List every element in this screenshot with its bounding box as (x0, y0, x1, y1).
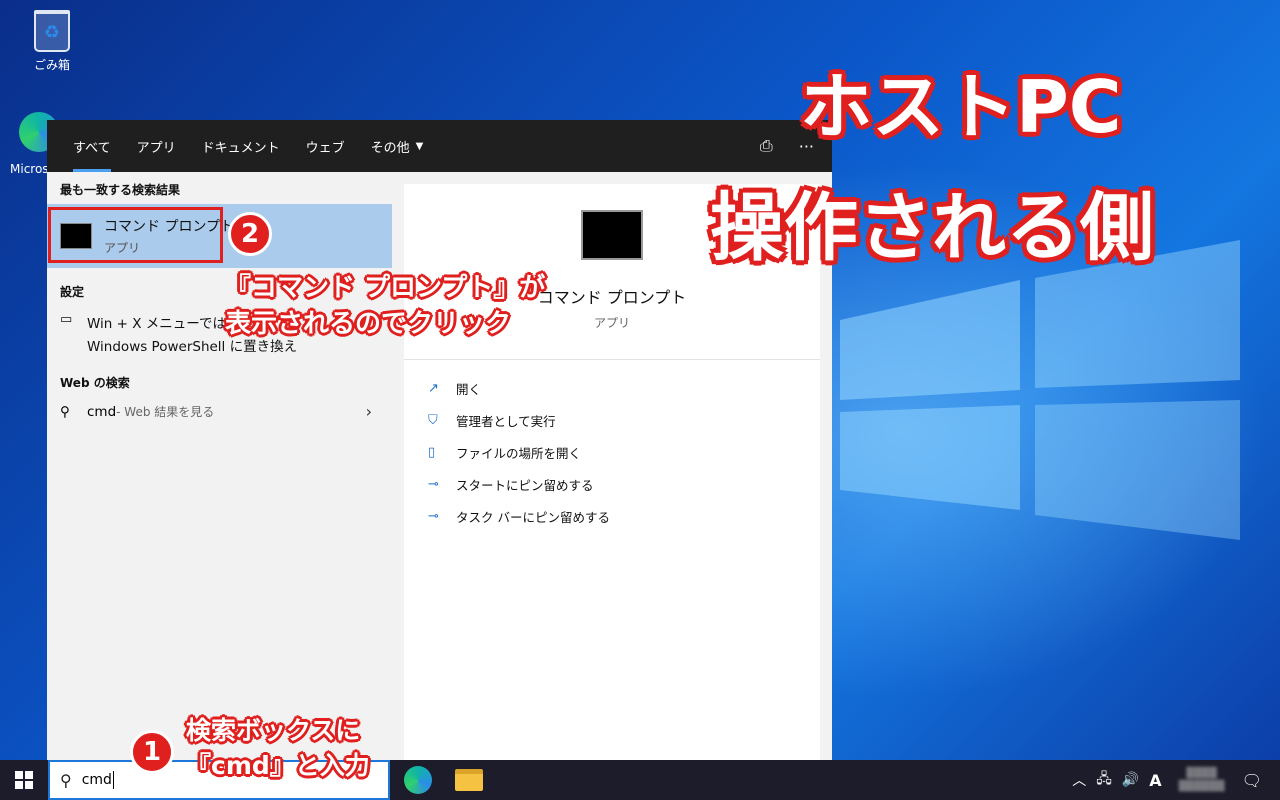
search-icon: ⚲ (60, 403, 70, 420)
step-2-badge: 2 (228, 212, 272, 256)
windows-logo-icon (15, 771, 33, 789)
title-line-1: ホストPC (800, 65, 1122, 149)
action-open-file-location-label: ファイルの場所を開く (456, 445, 582, 461)
volume-icon[interactable]: 🔊 (1122, 772, 1139, 788)
file-explorer-taskbar-icon[interactable] (455, 769, 483, 791)
tab-apps[interactable]: アプリ (124, 120, 189, 172)
web-query: cmd (87, 403, 117, 420)
highlight-box (48, 207, 223, 263)
tab-all[interactable]: すべて (60, 120, 124, 172)
search-filter-bar: すべて アプリ ドキュメント ウェブ その他 ▼ ⎙ ··· (47, 120, 832, 172)
step-1-note-line1: 検索ボックスに (186, 716, 361, 745)
chevron-right-icon[interactable]: › (366, 402, 372, 421)
action-open[interactable]: ↗ 開く (404, 372, 820, 404)
file-location-icon: ▯ (428, 444, 436, 460)
action-open-file-location[interactable]: ▯ ファイルの場所を開く (404, 436, 820, 468)
tab-web-label: ウェブ (305, 140, 345, 156)
preview-actions: ↗ 開く ⛉ 管理者として実行 ▯ ファイルの場所を開く ⊸ スタートにピン留めする ⊸… (404, 360, 820, 532)
recycle-bin-desktop-icon[interactable]: ♻ ごみ箱 (17, 10, 87, 73)
tab-web[interactable]: ウェブ (293, 120, 358, 172)
step-1-note-line2: 『cmd』と入力 (186, 751, 370, 780)
best-match-item[interactable]: コマンド プロンプト アプリ (47, 204, 392, 268)
windows-logo-wallpaper (840, 240, 1240, 540)
step-1-note: 検索ボックスに 『cmd』と入力 (186, 713, 370, 783)
edge-taskbar-icon[interactable] (404, 766, 432, 794)
tab-documents[interactable]: ドキュメント (189, 120, 293, 172)
web-result-item[interactable]: ⚲ cmd - Web 結果を見る › (47, 397, 392, 426)
command-prompt-large-icon (581, 210, 643, 260)
network-icon[interactable]: 🖧 (1096, 768, 1112, 792)
step-2-note: 『コマンド プロンプト』が 表示されるのでクリック (225, 270, 545, 342)
web-result-suffix: - Web 結果を見る (116, 405, 215, 419)
tab-more[interactable]: その他 ▼ (358, 120, 437, 172)
open-icon: ↗ (428, 380, 439, 396)
keyboard-icon: ▭ (60, 312, 73, 327)
recycle-bin-icon: ♻ (34, 10, 70, 52)
shield-icon: ⛉ (428, 412, 438, 428)
tab-apps-label: アプリ (136, 140, 176, 156)
step-1-badge: 1 (130, 730, 174, 774)
action-run-as-admin[interactable]: ⛉ 管理者として実行 (404, 404, 820, 436)
action-pin-to-start[interactable]: ⊸ スタートにピン留めする (404, 468, 820, 500)
tab-all-label: すべて (73, 140, 111, 156)
action-run-as-admin-label: 管理者として実行 (456, 413, 556, 429)
system-tray: ︿ 🖧 🔊 A ▒▒▒▒ ▒▒▒▒▒▒ 🗨 (1072, 760, 1280, 800)
notification-icon[interactable]: 🗨 (1242, 771, 1262, 790)
action-pin-to-start-label: スタートにピン留めする (456, 477, 594, 493)
feedback-icon[interactable]: ⎙ (760, 136, 773, 156)
search-input-value: cmd (81, 772, 112, 788)
clock-blurred[interactable]: ▒▒▒▒ ▒▒▒▒▒▒ (1172, 767, 1232, 793)
tab-documents-label: ドキュメント (201, 140, 280, 156)
ime-indicator[interactable]: A (1149, 771, 1161, 790)
search-results-list: 最も一致する検索結果 コマンド プロンプト アプリ 設定 ▭ Win + X メ… (47, 172, 392, 760)
best-match-heading: 最も一致する検索結果 (60, 183, 181, 197)
action-open-label: 開く (456, 381, 482, 397)
chevron-down-icon: ▼ (415, 140, 424, 152)
pin-icon: ⊸ (428, 476, 439, 492)
start-button[interactable] (0, 760, 48, 800)
web-search-heading: Web の検索 (60, 376, 130, 390)
recycle-bin-label: ごみ箱 (33, 58, 70, 72)
action-pin-to-taskbar[interactable]: ⊸ タスク バーにピン留めする (404, 500, 820, 532)
step-2-note-line2: 表示されるのでクリック (225, 309, 512, 339)
preview-title: コマンド プロンプト (537, 288, 687, 307)
title-line-2: 操作される側 (710, 185, 1154, 271)
search-icon: ⚲ (60, 770, 72, 790)
preview-subtitle: アプリ (593, 316, 630, 330)
pin-icon: ⊸ (428, 508, 439, 524)
step-2-note-line1: 『コマンド プロンプト』が (225, 273, 546, 303)
text-cursor (112, 771, 114, 789)
tab-more-label: その他 (370, 140, 410, 156)
chevron-up-icon[interactable]: ︿ (1072, 770, 1086, 790)
action-pin-to-taskbar-label: タスク バーにピン留めする (456, 509, 610, 525)
